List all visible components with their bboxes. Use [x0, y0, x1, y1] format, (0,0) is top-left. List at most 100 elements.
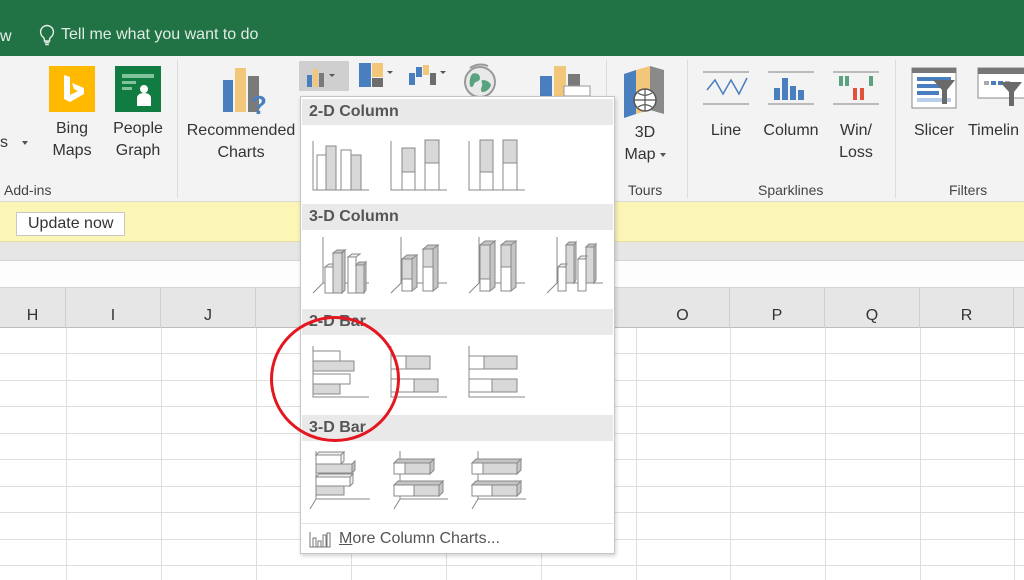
column-header-p[interactable]: P — [730, 288, 825, 328]
hierarchy-chart-icon — [359, 63, 393, 87]
insert-waterfall-chart-button[interactable] — [405, 61, 449, 91]
tell-me-text: Tell me what you want to do — [61, 26, 259, 43]
chart-option-3d-stacked-column[interactable] — [386, 235, 448, 297]
sparkline-column-icon — [768, 71, 814, 105]
column-header-h[interactable]: H — [0, 288, 66, 328]
section-header-2d-bar: 2-D Bar — [302, 309, 613, 335]
insert-column-chart-button[interactable] — [299, 61, 349, 91]
section-header-3d-bar: 3-D Bar — [302, 415, 613, 441]
column-gridline — [636, 328, 637, 580]
sparkline-line-label: Line — [710, 122, 742, 139]
svg-text:?: ? — [251, 90, 267, 118]
more-column-charts-label: More Column Charts... — [339, 530, 500, 547]
recommended-charts-label-1: Recommended — [186, 122, 296, 139]
sparkline-winloss-label-1: Win/ — [840, 122, 872, 139]
column-gridline — [920, 328, 921, 580]
column-header-q[interactable]: Q — [825, 288, 920, 328]
chart-option-3d-clustered-column[interactable] — [308, 235, 370, 297]
dropdown-caret-icon — [659, 152, 666, 157]
group-label-filters: Filters — [949, 182, 988, 198]
sparkline-line-button[interactable]: Line — [698, 66, 754, 142]
3d-map-button[interactable]: 3D Map — [614, 64, 676, 166]
group-separator — [687, 60, 688, 198]
sparkline-winloss-label-2: Loss — [839, 144, 873, 161]
ribbon-tab-view-partial[interactable]: w — [0, 28, 12, 46]
maps-chart-button[interactable] — [460, 62, 500, 98]
sparkline-winloss-icon — [833, 71, 879, 105]
people-graph-label-2: Graph — [115, 142, 161, 159]
row-gridline — [0, 565, 1024, 566]
slicer-button[interactable]: Slicer — [906, 66, 962, 142]
my-addins-button[interactable]: s — [0, 132, 28, 154]
3d-map-icon — [624, 66, 664, 118]
3d-map-label-2: Map — [624, 146, 656, 163]
waterfall-chart-icon — [409, 65, 446, 85]
slicer-label: Slicer — [913, 122, 954, 139]
sparkline-column-button[interactable]: Column — [760, 66, 822, 142]
recommended-charts-label-2: Charts — [217, 144, 265, 161]
sparkline-line-icon — [703, 71, 749, 105]
clustered-bar-icon — [312, 346, 369, 398]
chart-option-stacked-column[interactable] — [386, 133, 448, 195]
column-gridline — [161, 328, 162, 580]
group-label-tours: Tours — [628, 182, 663, 198]
chart-option-clustered-bar[interactable] — [308, 343, 370, 405]
chart-option-100-stacked-bar[interactable] — [464, 343, 526, 405]
bing-maps-label-2: Maps — [52, 142, 92, 159]
chart-option-3d-100-stacked-bar[interactable] — [464, 449, 526, 511]
column-gridline — [825, 328, 826, 580]
3d-stacked-column-icon — [390, 237, 447, 294]
chart-option-3d-column[interactable] — [542, 235, 604, 297]
recommended-charts-button[interactable]: ? Recommended Charts — [184, 66, 298, 164]
bing-maps-button[interactable]: Bing Maps — [44, 66, 100, 162]
chart-option-clustered-column[interactable] — [308, 133, 370, 195]
people-graph-label-1: People — [113, 120, 163, 137]
group-label-addins: Add-ins — [4, 182, 52, 198]
more-column-charts-link[interactable]: More Column Charts... — [302, 523, 613, 553]
chart-option-3d-100-stacked-column[interactable] — [464, 235, 526, 297]
timeline-button[interactable]: Timelin — [968, 66, 1024, 142]
update-now-button[interactable]: Update now — [16, 212, 126, 236]
title-bar: w Tell me what you want to do — [0, 0, 1024, 56]
column-header-j[interactable]: J — [161, 288, 256, 328]
pivot-chart-icon — [540, 66, 591, 97]
bing-maps-label-1: Bing — [55, 120, 89, 137]
insert-hierarchy-chart-button[interactable] — [356, 61, 396, 91]
tell-me-search[interactable]: Tell me what you want to do — [38, 24, 258, 46]
100-stacked-column-icon — [468, 139, 525, 191]
section-header-3d-column: 3-D Column — [302, 204, 613, 230]
bing-logo-icon — [49, 66, 95, 112]
pivot-chart-button[interactable] — [532, 62, 592, 97]
timeline-label: Timelin — [968, 122, 1019, 139]
sparkline-column-label: Column — [763, 122, 819, 139]
3d-clustered-column-icon — [312, 237, 369, 295]
column-chart-icon — [307, 69, 335, 87]
chart-option-stacked-bar[interactable] — [386, 343, 448, 405]
3d-100-stacked-column-icon — [468, 237, 525, 294]
my-addins-label: s — [0, 134, 8, 151]
sparkline-winloss-button[interactable]: Win/ Loss — [828, 66, 884, 164]
group-separator — [177, 60, 178, 198]
100-stacked-bar-icon — [468, 346, 525, 398]
column-gridline — [1014, 328, 1015, 580]
clustered-column-icon — [312, 141, 369, 191]
column-header-r[interactable]: R — [920, 288, 1014, 328]
chart-option-3d-stacked-bar[interactable] — [386, 449, 448, 511]
lightbulb-icon — [39, 24, 55, 46]
chart-option-100-stacked-column[interactable] — [464, 133, 526, 195]
group-separator — [895, 60, 896, 198]
3d-100-stacked-bar-icon — [470, 451, 526, 510]
chart-option-3d-clustered-bar[interactable] — [308, 449, 370, 511]
dropdown-caret-icon — [22, 140, 28, 145]
column-gridline — [730, 328, 731, 580]
people-graph-button[interactable]: People Graph — [110, 66, 166, 162]
slicer-icon — [911, 67, 957, 109]
section-header-2d-column: 2-D Column — [302, 99, 613, 125]
column-header-o[interactable]: O — [636, 288, 730, 328]
timeline-icon — [977, 67, 1024, 106]
people-graph-icon — [115, 66, 161, 112]
column-header-i[interactable]: I — [66, 288, 161, 328]
column-gridline — [256, 328, 257, 580]
group-label-sparklines: Sparklines — [758, 182, 824, 198]
recommended-charts-icon: ? — [223, 68, 267, 118]
